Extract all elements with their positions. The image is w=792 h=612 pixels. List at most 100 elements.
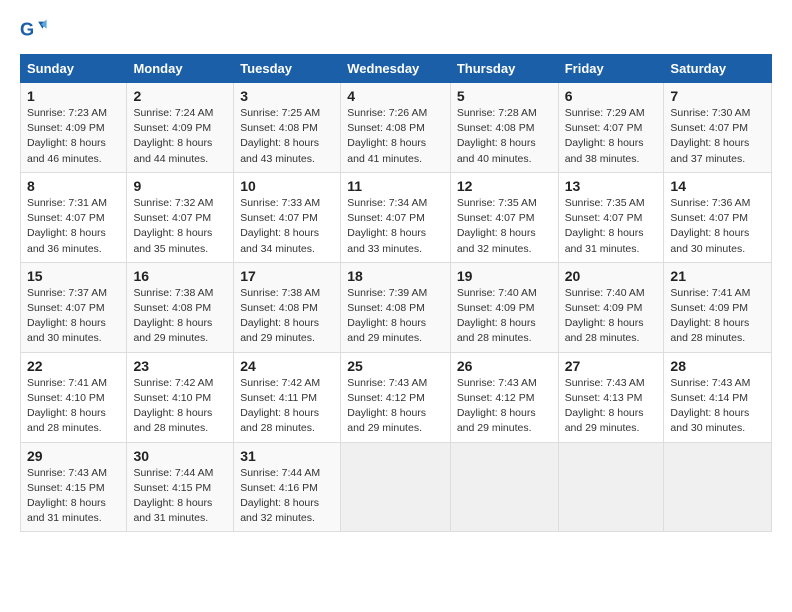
- day-number: 18: [347, 268, 444, 284]
- weekday-header-tuesday: Tuesday: [234, 55, 341, 83]
- day-number: 25: [347, 358, 444, 374]
- day-number: 20: [565, 268, 658, 284]
- day-info: Sunrise: 7:41 AMSunset: 4:09 PMDaylight:…: [670, 287, 750, 345]
- day-number: 31: [240, 448, 334, 464]
- day-info: Sunrise: 7:29 AMSunset: 4:07 PMDaylight:…: [565, 107, 645, 165]
- calendar-cell: [450, 442, 558, 532]
- day-info: Sunrise: 7:40 AMSunset: 4:09 PMDaylight:…: [457, 287, 537, 345]
- day-info: Sunrise: 7:38 AMSunset: 4:08 PMDaylight:…: [133, 287, 213, 345]
- day-number: 23: [133, 358, 227, 374]
- calendar-cell: 25 Sunrise: 7:43 AMSunset: 4:12 PMDayligh…: [341, 352, 451, 442]
- calendar-cell: 24 Sunrise: 7:42 AMSunset: 4:11 PMDayligh…: [234, 352, 341, 442]
- day-number: 13: [565, 178, 658, 194]
- day-number: 29: [27, 448, 120, 464]
- day-info: Sunrise: 7:23 AMSunset: 4:09 PMDaylight:…: [27, 107, 107, 165]
- calendar-cell: 23 Sunrise: 7:42 AMSunset: 4:10 PMDayligh…: [127, 352, 234, 442]
- calendar-cell: 12 Sunrise: 7:35 AMSunset: 4:07 PMDayligh…: [450, 172, 558, 262]
- day-number: 3: [240, 88, 334, 104]
- day-number: 8: [27, 178, 120, 194]
- day-info: Sunrise: 7:36 AMSunset: 4:07 PMDaylight:…: [670, 197, 750, 255]
- day-number: 10: [240, 178, 334, 194]
- day-info: Sunrise: 7:43 AMSunset: 4:15 PMDaylight:…: [27, 467, 107, 525]
- day-info: Sunrise: 7:24 AMSunset: 4:09 PMDaylight:…: [133, 107, 213, 165]
- calendar-week-4: 22 Sunrise: 7:41 AMSunset: 4:10 PMDayligh…: [21, 352, 772, 442]
- calendar-week-2: 8 Sunrise: 7:31 AMSunset: 4:07 PMDaylight…: [21, 172, 772, 262]
- calendar-cell: 29 Sunrise: 7:43 AMSunset: 4:15 PMDayligh…: [21, 442, 127, 532]
- logo: G: [20, 16, 52, 44]
- day-number: 4: [347, 88, 444, 104]
- calendar-cell: 4 Sunrise: 7:26 AMSunset: 4:08 PMDaylight…: [341, 83, 451, 173]
- day-number: 22: [27, 358, 120, 374]
- page-header: G: [20, 16, 772, 44]
- day-info: Sunrise: 7:34 AMSunset: 4:07 PMDaylight:…: [347, 197, 427, 255]
- day-number: 19: [457, 268, 552, 284]
- calendar-cell: 31 Sunrise: 7:44 AMSunset: 4:16 PMDayligh…: [234, 442, 341, 532]
- day-info: Sunrise: 7:32 AMSunset: 4:07 PMDaylight:…: [133, 197, 213, 255]
- day-number: 21: [670, 268, 765, 284]
- day-info: Sunrise: 7:35 AMSunset: 4:07 PMDaylight:…: [565, 197, 645, 255]
- day-info: Sunrise: 7:31 AMSunset: 4:07 PMDaylight:…: [27, 197, 107, 255]
- day-info: Sunrise: 7:42 AMSunset: 4:10 PMDaylight:…: [133, 377, 213, 435]
- calendar-cell: 30 Sunrise: 7:44 AMSunset: 4:15 PMDayligh…: [127, 442, 234, 532]
- calendar-cell: 11 Sunrise: 7:34 AMSunset: 4:07 PMDayligh…: [341, 172, 451, 262]
- day-info: Sunrise: 7:33 AMSunset: 4:07 PMDaylight:…: [240, 197, 320, 255]
- day-number: 30: [133, 448, 227, 464]
- calendar-cell: [664, 442, 772, 532]
- svg-text:G: G: [20, 20, 34, 40]
- calendar-cell: 16 Sunrise: 7:38 AMSunset: 4:08 PMDayligh…: [127, 262, 234, 352]
- calendar-cell: 9 Sunrise: 7:32 AMSunset: 4:07 PMDaylight…: [127, 172, 234, 262]
- calendar-cell: [341, 442, 451, 532]
- day-number: 28: [670, 358, 765, 374]
- calendar-cell: 19 Sunrise: 7:40 AMSunset: 4:09 PMDayligh…: [450, 262, 558, 352]
- calendar-cell: 1Sunrise: 7:23 AMSunset: 4:09 PMDaylight…: [21, 83, 127, 173]
- calendar-cell: 10 Sunrise: 7:33 AMSunset: 4:07 PMDayligh…: [234, 172, 341, 262]
- day-info: Sunrise: 7:37 AMSunset: 4:07 PMDaylight:…: [27, 287, 107, 345]
- weekday-header-thursday: Thursday: [450, 55, 558, 83]
- day-number: 9: [133, 178, 227, 194]
- weekday-header-wednesday: Wednesday: [341, 55, 451, 83]
- calendar-cell: 5Sunrise: 7:28 AMSunset: 4:08 PMDaylight…: [450, 83, 558, 173]
- weekday-header-saturday: Saturday: [664, 55, 772, 83]
- calendar-week-3: 15 Sunrise: 7:37 AMSunset: 4:07 PMDayligh…: [21, 262, 772, 352]
- day-info: Sunrise: 7:44 AMSunset: 4:16 PMDaylight:…: [240, 467, 320, 525]
- calendar-cell: 18 Sunrise: 7:39 AMSunset: 4:08 PMDayligh…: [341, 262, 451, 352]
- day-info: Sunrise: 7:25 AMSunset: 4:08 PMDaylight:…: [240, 107, 320, 165]
- weekday-header-sunday: Sunday: [21, 55, 127, 83]
- calendar-cell: 26 Sunrise: 7:43 AMSunset: 4:12 PMDayligh…: [450, 352, 558, 442]
- calendar-cell: 27Sunrise: 7:43 AMSunset: 4:13 PMDayligh…: [558, 352, 664, 442]
- calendar-cell: 8 Sunrise: 7:31 AMSunset: 4:07 PMDaylight…: [21, 172, 127, 262]
- weekday-header-monday: Monday: [127, 55, 234, 83]
- calendar-cell: 15 Sunrise: 7:37 AMSunset: 4:07 PMDayligh…: [21, 262, 127, 352]
- day-info: Sunrise: 7:39 AMSunset: 4:08 PMDaylight:…: [347, 287, 427, 345]
- day-number: 26: [457, 358, 552, 374]
- day-info: Sunrise: 7:43 AMSunset: 4:13 PMDaylight:…: [565, 377, 645, 435]
- day-number: 14: [670, 178, 765, 194]
- day-info: Sunrise: 7:30 AMSunset: 4:07 PMDaylight:…: [670, 107, 750, 165]
- day-info: Sunrise: 7:44 AMSunset: 4:15 PMDaylight:…: [133, 467, 213, 525]
- logo-icon: G: [20, 16, 48, 44]
- day-number: 7: [670, 88, 765, 104]
- calendar-cell: [558, 442, 664, 532]
- day-number: 16: [133, 268, 227, 284]
- day-info: Sunrise: 7:35 AMSunset: 4:07 PMDaylight:…: [457, 197, 537, 255]
- calendar-table: SundayMondayTuesdayWednesdayThursdayFrid…: [20, 54, 772, 532]
- calendar-cell: 7 Sunrise: 7:30 AMSunset: 4:07 PMDaylight…: [664, 83, 772, 173]
- day-info: Sunrise: 7:43 AMSunset: 4:14 PMDaylight:…: [670, 377, 750, 435]
- day-info: Sunrise: 7:42 AMSunset: 4:11 PMDaylight:…: [240, 377, 320, 435]
- day-info: Sunrise: 7:43 AMSunset: 4:12 PMDaylight:…: [347, 377, 427, 435]
- day-number: 11: [347, 178, 444, 194]
- day-number: 12: [457, 178, 552, 194]
- day-info: Sunrise: 7:43 AMSunset: 4:12 PMDaylight:…: [457, 377, 537, 435]
- day-number: 15: [27, 268, 120, 284]
- day-number: 5: [457, 88, 552, 104]
- day-info: Sunrise: 7:26 AMSunset: 4:08 PMDaylight:…: [347, 107, 427, 165]
- day-info: Sunrise: 7:41 AMSunset: 4:10 PMDaylight:…: [27, 377, 107, 435]
- calendar-cell: 28 Sunrise: 7:43 AMSunset: 4:14 PMDayligh…: [664, 352, 772, 442]
- calendar-cell: 17Sunrise: 7:38 AMSunset: 4:08 PMDayligh…: [234, 262, 341, 352]
- calendar-cell: 21 Sunrise: 7:41 AMSunset: 4:09 PMDayligh…: [664, 262, 772, 352]
- day-number: 24: [240, 358, 334, 374]
- calendar-cell: 6Sunrise: 7:29 AMSunset: 4:07 PMDaylight…: [558, 83, 664, 173]
- calendar-cell: 14 Sunrise: 7:36 AMSunset: 4:07 PMDayligh…: [664, 172, 772, 262]
- weekday-header-friday: Friday: [558, 55, 664, 83]
- calendar-cell: 3 Sunrise: 7:25 AMSunset: 4:08 PMDaylight…: [234, 83, 341, 173]
